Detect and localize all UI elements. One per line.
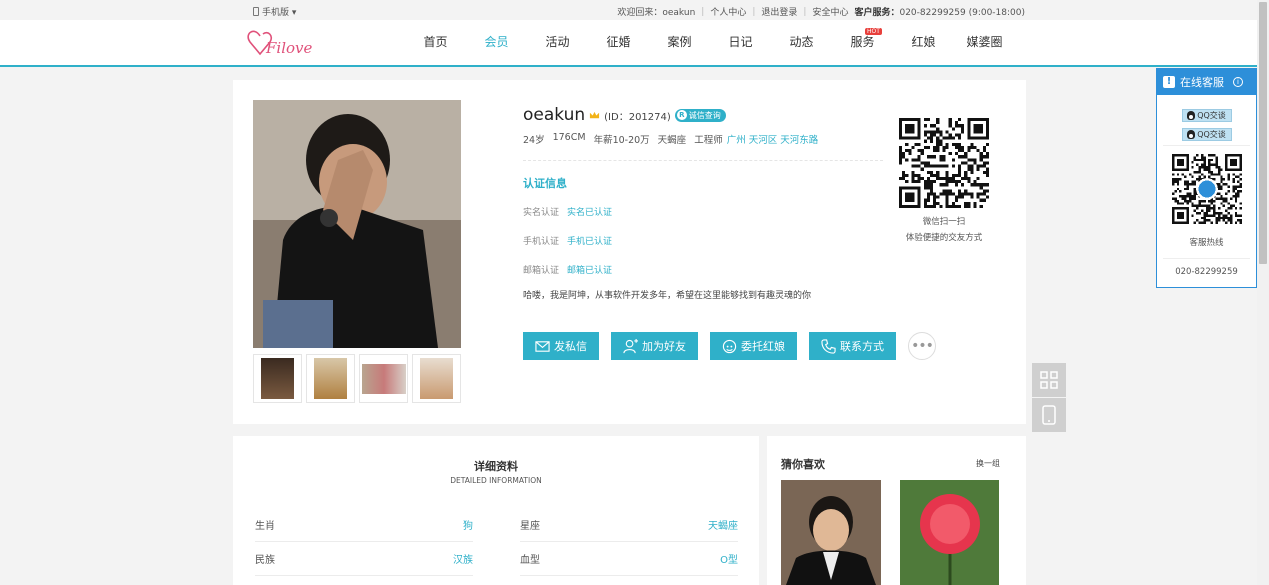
cert-email: 邮箱认证 邮箱已认证 [523, 266, 613, 276]
qq-penguin-icon [1187, 130, 1196, 139]
more-button[interactable]: ••• [908, 332, 936, 360]
service-header: ! 在线客服 i [1157, 69, 1256, 95]
qr-text-experience: 体验便捷的交友方式 [905, 233, 983, 243]
detail-title: 详细资料 [474, 460, 518, 473]
cert-phone: 手机认证 手机已认证 [523, 237, 613, 247]
phone-icon [253, 7, 259, 16]
detail-panel: 详细资料 DETAILED INFORMATION 生肖狗 星座 天蝎座 民族 汉族… [233, 436, 759, 585]
credit-icon: R [676, 110, 687, 120]
thumbnail[interactable] [253, 354, 302, 403]
profile-info: oeakun (ID：201274) R 诚信查询 24岁 176CM 年薪10-… [523, 104, 883, 301]
nav-item-4[interactable]: 案例 [649, 20, 710, 67]
site-logo[interactable]: Filove [246, 26, 316, 60]
customer-service: 客户服务：020-82299259 (9:00-18:00) [854, 8, 1025, 18]
nav-item-3[interactable]: 征婚 [588, 20, 649, 67]
security-center-link[interactable]: 安全中心 [812, 5, 848, 18]
switch-group-link[interactable]: 换一组 [976, 458, 1000, 469]
welcome-text: 欢迎回来：oeakun [617, 8, 696, 18]
qr-icon [1040, 371, 1058, 389]
detail-row: 血型 O型 [520, 542, 738, 576]
location: 广州 天河区 天河东路 [726, 135, 819, 146]
user-id: (ID：201274) [604, 111, 671, 123]
entrust-matchmaker-button[interactable]: 委托红娘 [710, 332, 797, 360]
personal-center-link[interactable]: 个人中心 [710, 5, 746, 18]
recommend-photo[interactable] [781, 480, 881, 585]
credit-check-button[interactable]: R 诚信查询 [674, 108, 726, 122]
nav-item-2[interactable]: 活动 [527, 20, 588, 67]
nav-item-5[interactable]: 日记 [710, 20, 771, 67]
online-service-panel: ! 在线客服 i QQ交谈 QQ交谈 客服热线 020-82299259 [1156, 68, 1257, 288]
nav-item-7[interactable]: 服务 HOT [832, 20, 893, 67]
wechat-qr-area: 微信扫一扫 体验便捷的交友方式 [899, 118, 989, 243]
main-nav: 首页 会员 活动 征婚 案例 日记 动态 服务 HOT 红娘 媒婆圈 [405, 20, 1015, 67]
basic-info: 24岁 176CM 年薪10-20万 天蝎座 工程师 广州 天河区 天河东路 [523, 132, 883, 161]
top-bar: 手机版 ▾ 欢迎回来：oeakun | 个人中心 | 退出登录 | 安全中心 客户服务… [0, 0, 1257, 20]
detail-row: 民族 汉族 [255, 542, 473, 576]
info-icon[interactable]: i [1233, 77, 1243, 87]
add-friend-button[interactable]: 加为好友 [611, 332, 698, 360]
user-name: oeakun [523, 105, 586, 125]
phone-call-icon [821, 338, 836, 354]
profile-card: oeakun (ID：201274) R 诚信查询 24岁 176CM 年薪10-… [233, 80, 1026, 424]
logo-text: Filove [265, 39, 313, 57]
nav-item-1[interactable]: 会员 [466, 20, 527, 67]
scrollbar-thumb[interactable] [1259, 2, 1267, 264]
hotline-number: 020-82299259 [1163, 258, 1250, 277]
hotline-label: 客服热线 [1189, 238, 1224, 248]
service-qr-code [1171, 154, 1242, 224]
add-user-icon [623, 338, 638, 353]
detail-row: 生肖狗 [255, 508, 473, 542]
logout-link[interactable]: 退出登录 [761, 5, 797, 18]
detail-subtitle: DETAILED INFORMATION [450, 476, 542, 485]
chat-bubble-icon: ! [1163, 76, 1175, 88]
thumbnail[interactable] [306, 354, 355, 403]
recommend-title: 猜你喜欢 [781, 458, 825, 471]
action-bar: 发私信 加为好友 委托红娘 联系方式 ••• [523, 332, 936, 360]
hot-badge: HOT [865, 28, 882, 35]
contact-info-button[interactable]: 联系方式 [809, 332, 896, 360]
cert-realname: 实名认证 实名已认证 [523, 208, 613, 218]
nav-item-9[interactable]: 媒婆圈 [954, 20, 1015, 67]
mail-icon [535, 340, 550, 352]
qr-toggle-button[interactable] [1032, 363, 1066, 397]
wechat-qr-code [899, 118, 989, 208]
qq-penguin-icon [1187, 111, 1196, 120]
qq-chat-button[interactable]: QQ交谈 [1181, 128, 1232, 141]
self-intro: 哈喽，我是阿坤，从事软件开发多年，希望在这里能够找到有趣灵魂的你 [523, 291, 812, 301]
scrollbar[interactable] [1257, 0, 1269, 585]
photo-thumbnails [253, 354, 461, 403]
headset-icon [722, 339, 737, 353]
thumbnail[interactable] [359, 354, 408, 403]
cert-title: 认证信息 [523, 177, 567, 190]
vip-crown-icon [590, 111, 600, 118]
nav-item-8[interactable]: 红娘 [893, 20, 954, 67]
recommend-photo[interactable] [900, 480, 999, 585]
mobile-version-link[interactable]: 手机版 ▾ [253, 5, 296, 18]
profile-photo[interactable] [253, 100, 461, 348]
mobile-icon [1042, 405, 1056, 425]
recommend-panel: 猜你喜欢 换一组 [767, 436, 1026, 585]
nav-item-0[interactable]: 首页 [405, 20, 466, 67]
qr-text-scan: 微信扫一扫 [922, 217, 966, 227]
qq-chat-button[interactable]: QQ交谈 [1181, 109, 1232, 122]
thumbnail[interactable] [412, 354, 461, 403]
mobile-button[interactable] [1032, 398, 1066, 432]
detail-row: 星座 天蝎座 [520, 508, 738, 542]
header: Filove 首页 会员 活动 征婚 案例 日记 动态 服务 HOT 红娘 媒婆圈 [0, 20, 1257, 67]
send-message-button[interactable]: 发私信 [523, 332, 599, 360]
nav-item-6[interactable]: 动态 [771, 20, 832, 67]
